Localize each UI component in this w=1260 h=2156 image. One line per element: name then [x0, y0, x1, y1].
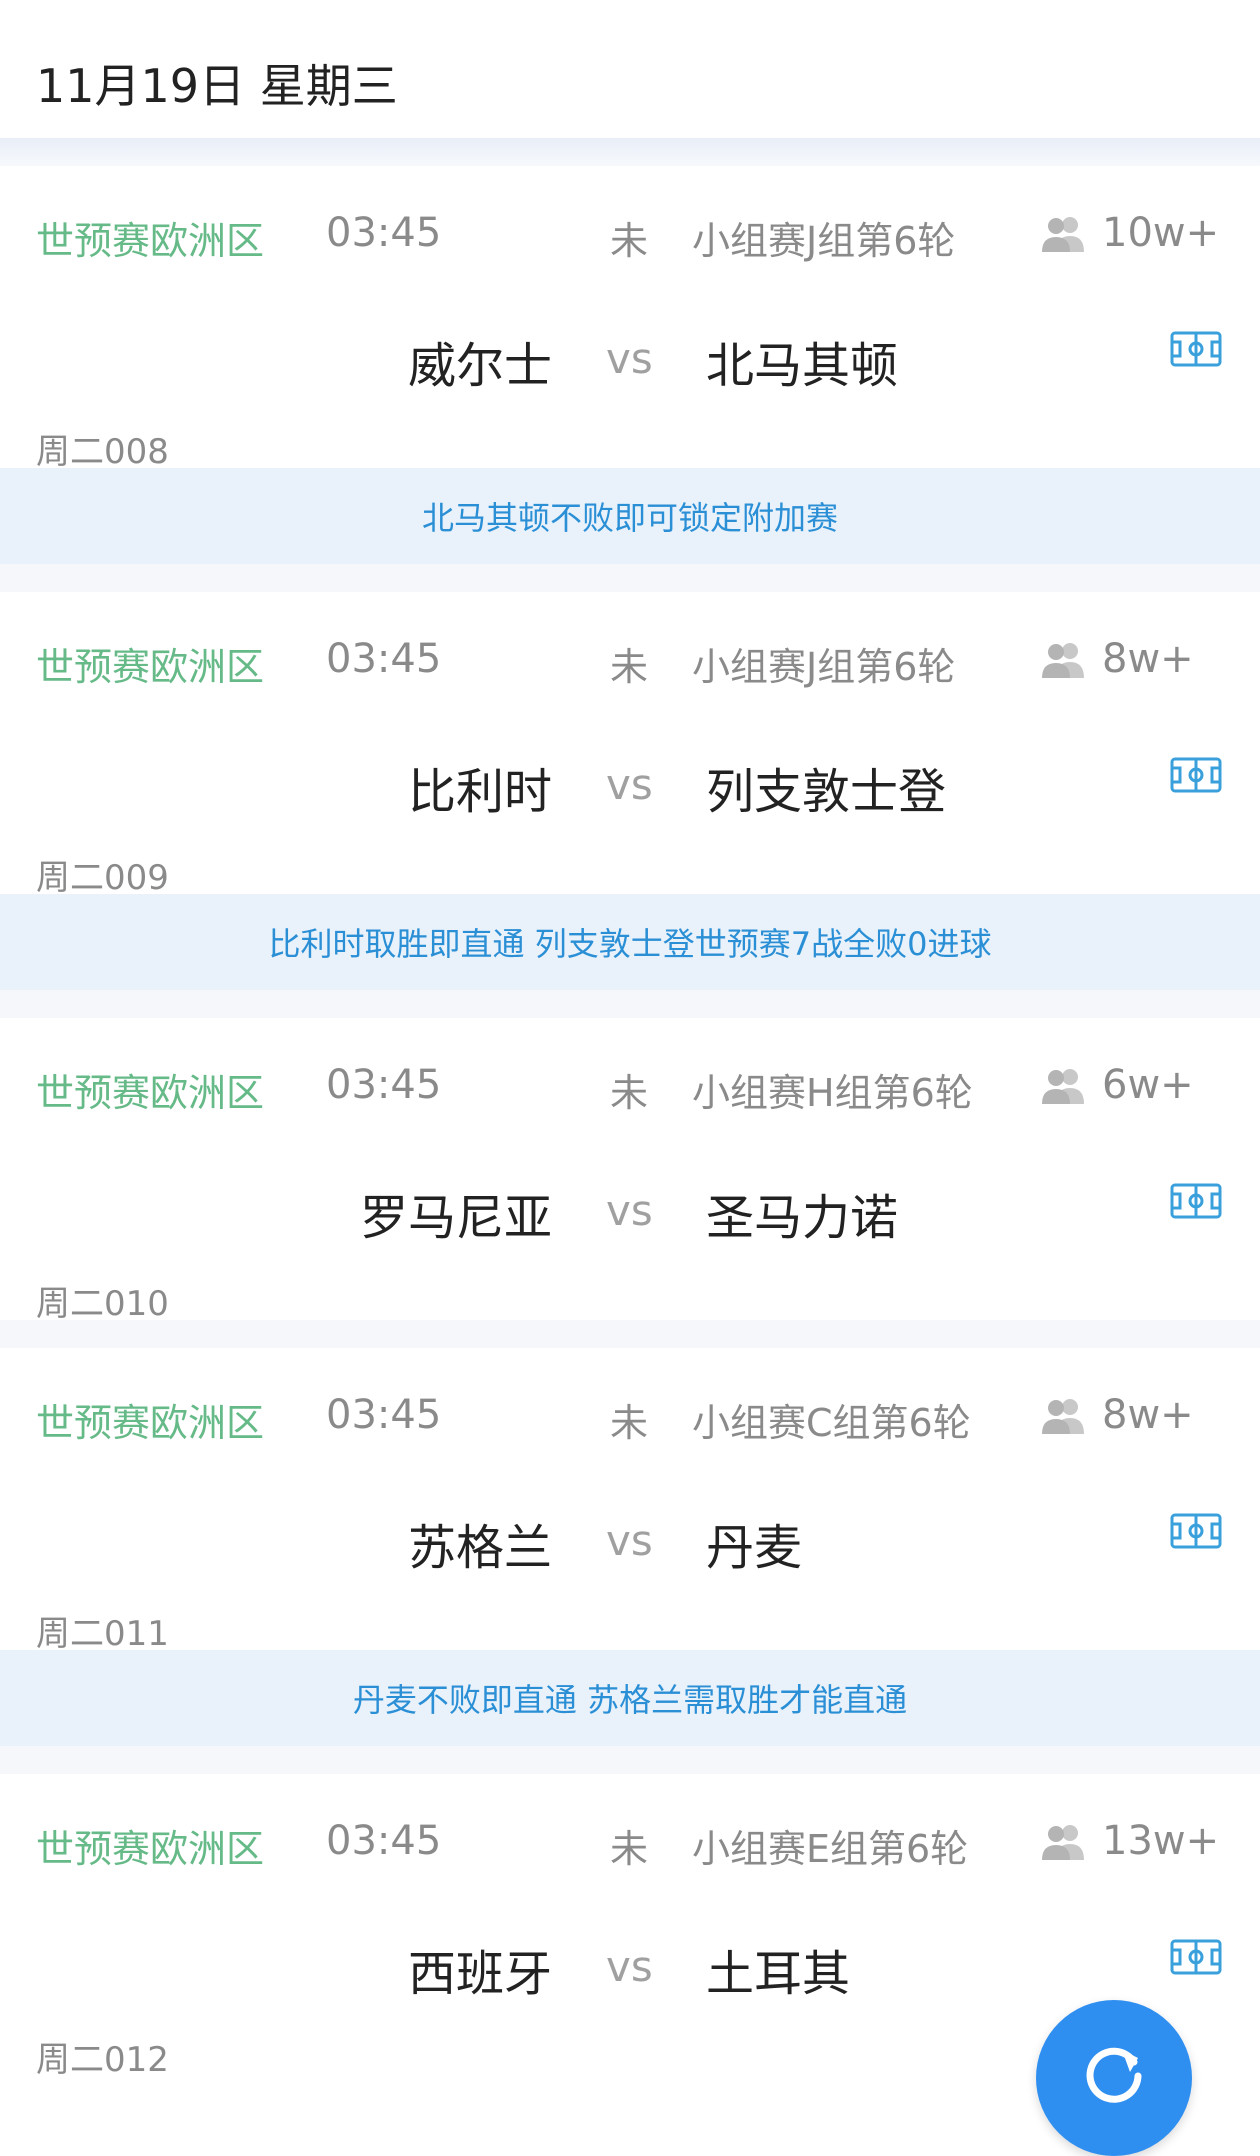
- header-divider: [0, 138, 1260, 166]
- away-team: 列支敦士登: [706, 764, 947, 820]
- field-icon[interactable]: [1170, 331, 1222, 367]
- match-time: 03:45: [326, 636, 442, 682]
- vs-label: vs: [606, 1186, 653, 1235]
- match-status: 未: [610, 1827, 649, 1871]
- vs-label: vs: [606, 1942, 653, 1991]
- away-team: 土耳其: [706, 1946, 851, 2002]
- match-card[interactable]: 世预赛欧洲区 03:45 未 小组赛H组第6轮 6w+ 罗马尼亚 vs 圣马力诺…: [0, 990, 1260, 1324]
- match-round: 小组赛H组第6轮: [692, 1071, 973, 1115]
- people-icon: [1042, 217, 1084, 252]
- home-team: 比利时: [407, 764, 552, 820]
- league-name[interactable]: 世预赛欧洲区: [36, 1818, 264, 1873]
- refresh-button[interactable]: [1036, 2000, 1192, 2156]
- match-round: 小组赛J组第6轮: [692, 645, 956, 689]
- match-time: 03:45: [326, 1392, 442, 1438]
- match-card[interactable]: 世预赛欧洲区 03:45 未 小组赛J组第6轮 10w+ 威尔士 vs 北马其顿…: [0, 166, 1260, 472]
- vs-label: vs: [606, 334, 653, 383]
- match-notice: 丹麦不败即直通 苏格兰需取胜才能直通: [0, 1650, 1260, 1746]
- match-card[interactable]: 世预赛欧洲区 03:45 未 小组赛C组第6轮 8w+ 苏格兰 vs 丹麦 周二…: [0, 1320, 1260, 1654]
- league-name[interactable]: 世预赛欧洲区: [36, 636, 264, 691]
- home-team: 西班牙: [407, 1946, 552, 2002]
- viewer-count: 8w+: [1102, 636, 1194, 682]
- match-round: 小组赛J组第6轮: [692, 219, 956, 263]
- refresh-icon: [1086, 2047, 1142, 2103]
- people-icon: [1042, 1069, 1084, 1104]
- match-code: 周二010: [36, 1284, 169, 1324]
- match-code: 周二009: [36, 858, 169, 898]
- people-icon: [1042, 1399, 1084, 1434]
- home-team: 苏格兰: [407, 1520, 552, 1576]
- away-team: 丹麦: [706, 1520, 803, 1576]
- date-label: 11月19日 星期三: [36, 59, 398, 113]
- match-card[interactable]: 世预赛欧洲区 03:45 未 小组赛J组第6轮 8w+ 比利时 vs 列支敦士登…: [0, 564, 1260, 898]
- match-status: 未: [610, 1071, 649, 1115]
- viewer-count: 10w+: [1102, 210, 1220, 256]
- league-name[interactable]: 世预赛欧洲区: [36, 1062, 264, 1117]
- league-name[interactable]: 世预赛欧洲区: [36, 1392, 264, 1447]
- match-time: 03:45: [326, 1062, 442, 1108]
- viewer-count: 8w+: [1102, 1392, 1194, 1438]
- match-round: 小组赛C组第6轮: [692, 1401, 971, 1445]
- match-time: 03:45: [326, 210, 442, 256]
- league-name[interactable]: 世预赛欧洲区: [36, 210, 264, 265]
- away-team: 圣马力诺: [706, 1190, 899, 1246]
- match-round: 小组赛E组第6轮: [692, 1827, 969, 1871]
- people-icon: [1042, 1825, 1084, 1860]
- home-team: 威尔士: [407, 338, 552, 394]
- match-status: 未: [610, 219, 649, 263]
- match-notice: 北马其顿不败即可锁定附加赛: [0, 468, 1260, 564]
- match-code: 周二012: [36, 2040, 169, 2080]
- field-icon[interactable]: [1170, 1513, 1222, 1549]
- match-status: 未: [610, 645, 649, 689]
- away-team: 北马其顿: [706, 338, 899, 394]
- vs-label: vs: [606, 760, 653, 809]
- match-notice: 比利时取胜即直通 列支敦士登世预赛7战全败0进球: [0, 894, 1260, 990]
- match-time: 03:45: [326, 1818, 442, 1864]
- field-icon[interactable]: [1170, 757, 1222, 793]
- vs-label: vs: [606, 1516, 653, 1565]
- match-code: 周二008: [36, 432, 169, 472]
- field-icon[interactable]: [1170, 1939, 1222, 1975]
- viewer-count: 6w+: [1102, 1062, 1194, 1108]
- people-icon: [1042, 643, 1084, 678]
- match-code: 周二011: [36, 1614, 169, 1654]
- viewer-count: 13w+: [1102, 1818, 1220, 1864]
- field-icon[interactable]: [1170, 1183, 1222, 1219]
- match-status: 未: [610, 1401, 649, 1445]
- date-header: 11月19日 星期三: [0, 0, 1260, 138]
- home-team: 罗马尼亚: [359, 1190, 552, 1246]
